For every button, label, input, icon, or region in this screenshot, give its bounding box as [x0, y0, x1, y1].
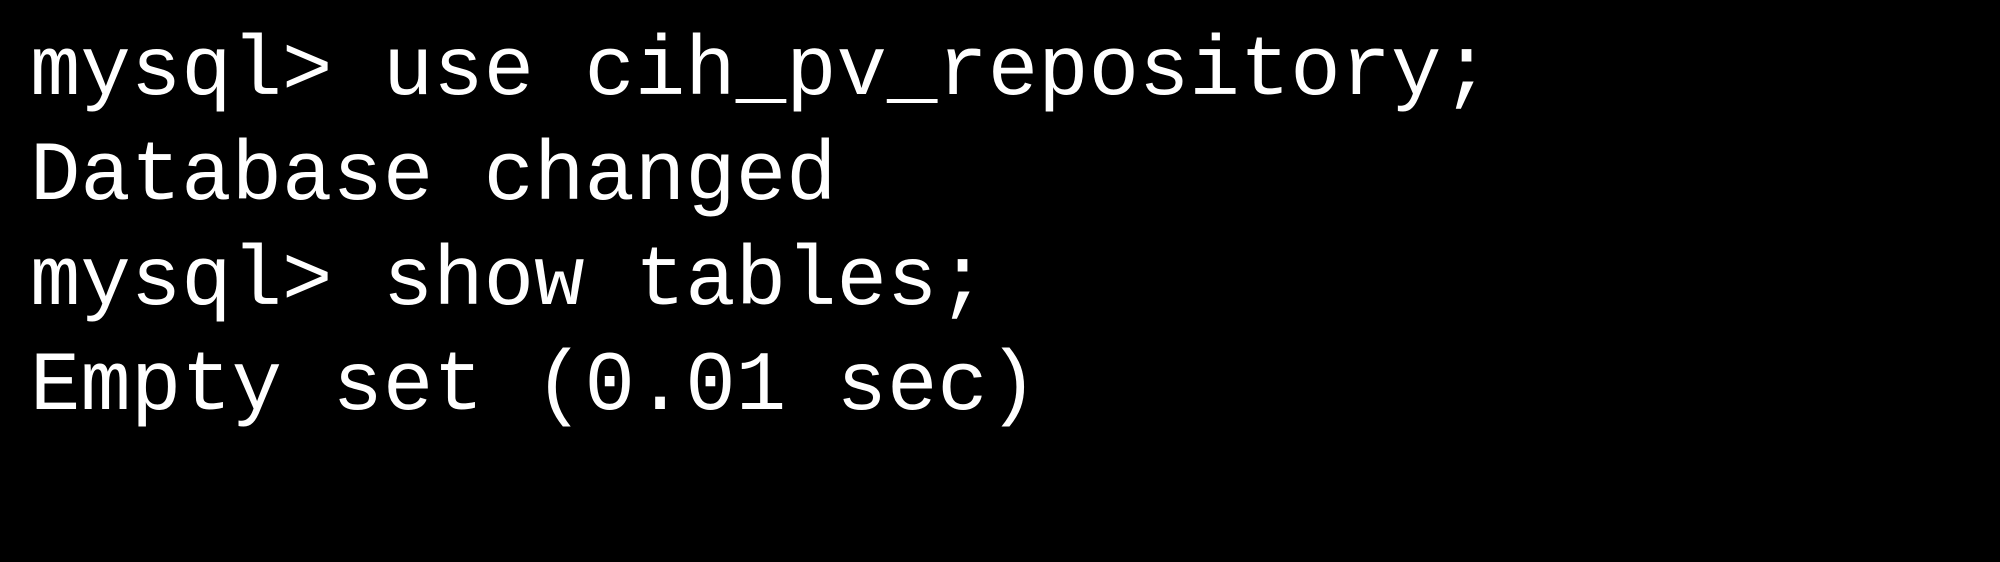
mysql-prompt: mysql>: [30, 235, 383, 330]
sql-command-use: use cih_pv_repository;: [383, 25, 1492, 120]
empty-set-message: Empty set (0.01 sec): [30, 340, 1038, 435]
terminal-output[interactable]: mysql> use cih_pv_repository; Database c…: [30, 20, 1970, 440]
database-changed-message: Database changed: [30, 130, 837, 225]
mysql-prompt: mysql>: [30, 25, 383, 120]
terminal-line-output: Database changed: [30, 125, 1970, 230]
terminal-line-input: mysql> show tables;: [30, 230, 1970, 335]
sql-command-show-tables: show tables;: [383, 235, 988, 330]
terminal-line-output: Empty set (0.01 sec): [30, 335, 1970, 440]
terminal-line-input: mysql> use cih_pv_repository;: [30, 20, 1970, 125]
